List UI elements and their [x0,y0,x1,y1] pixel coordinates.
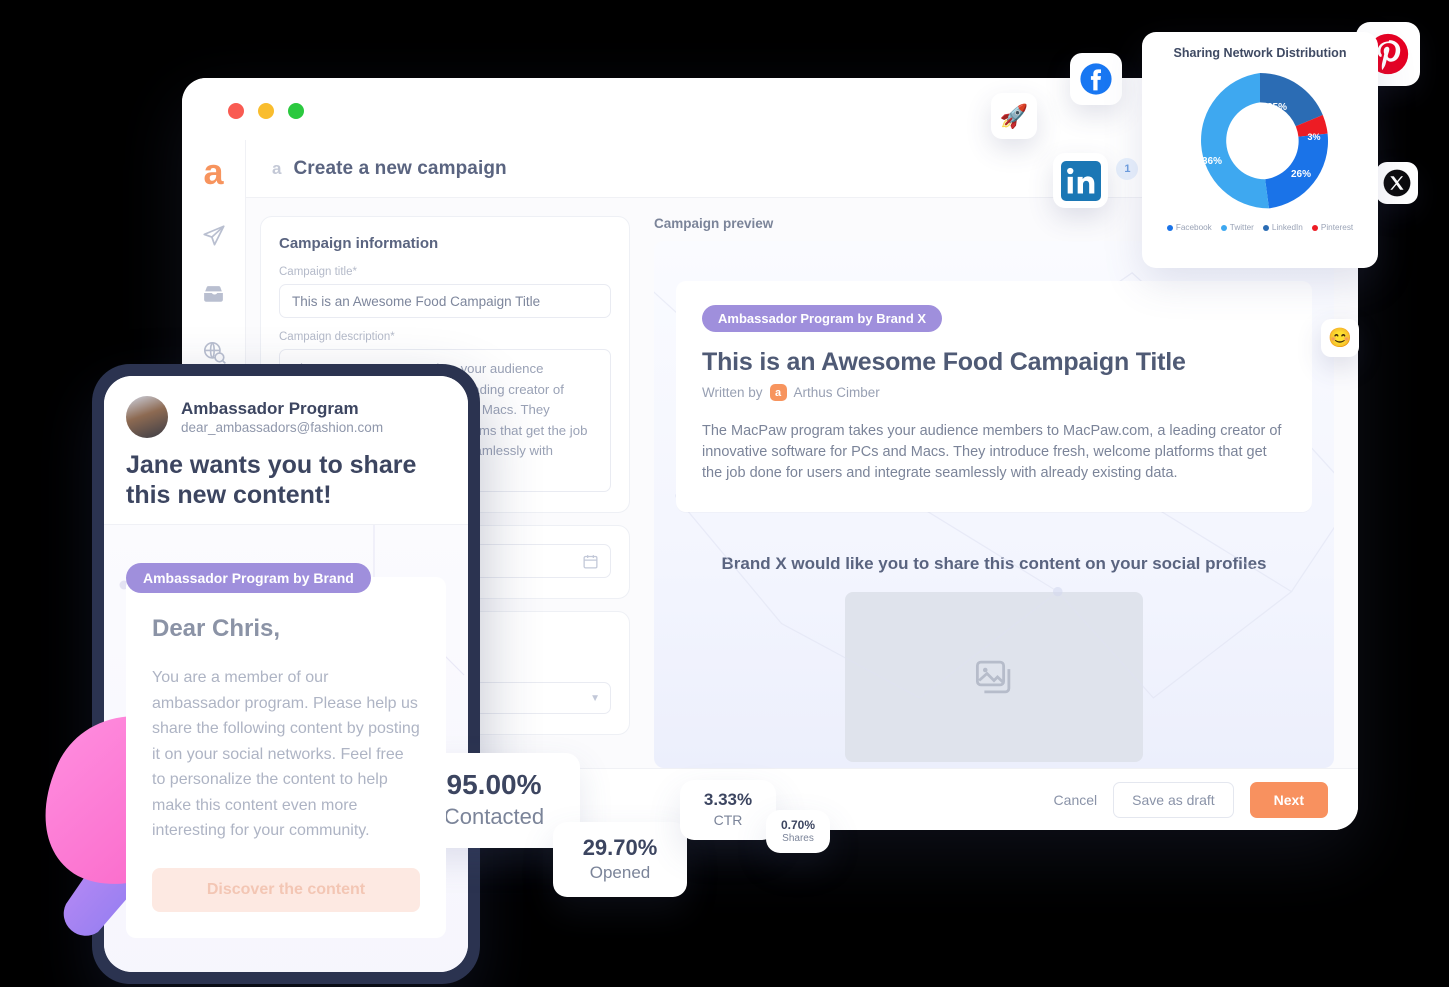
calendar-icon[interactable] [582,553,599,573]
stat-ctr-value: 3.33% [703,790,753,809]
phone-program-badge: Ambassador Program by Brand [126,563,371,593]
donut-chart: 35% 3% 26% 36% [1170,64,1350,219]
preview-pane: Campaign preview Ambassador Program by B… [644,198,1358,768]
preview-author-name: Arthus Cimber [793,385,880,400]
chart-legend: Facebook Twitter LinkedIn Pinterest [1154,223,1366,232]
smiley-emoji[interactable]: 😊 [1321,319,1359,357]
phone-message-card: Dear Chris, You are a member of our amba… [126,577,446,938]
legend-item-twitter: Twitter [1220,223,1254,232]
campaign-description-label: Campaign description* [279,331,395,343]
avatar [126,396,168,438]
slice-label-linkedin: 35% [1267,102,1287,113]
linkedin-icon[interactable] [1053,153,1108,208]
phone-sender-name: Ambassador Program [181,399,359,418]
phone-headline: Jane wants you to share this new content… [126,451,417,509]
stat-opened-label: Opened [589,863,651,882]
phone-sender-email: dear_ambassadors@fashion.com [181,420,384,435]
phone-greeting: Dear Chris, [152,615,281,642]
stat-ctr-label: CTR [713,812,743,828]
traffic-lights [228,103,304,119]
preview-program-badge: Ambassador Program by Brand X [702,305,943,332]
send-icon[interactable] [198,220,230,252]
phone-mockup: Ambassador Program dear_ambassadors@fash… [92,364,480,984]
written-by-label: Written by [702,385,763,400]
page-title: Create a new campaign [293,157,507,179]
preview-article-body: The MacPaw program takes your audience m… [702,423,1282,481]
campaign-title-label: Campaign title* [279,266,357,278]
slice-twitter [1201,73,1269,209]
legend-item-linkedin: LinkedIn [1262,223,1303,232]
cancel-button[interactable]: Cancel [1054,792,1098,808]
next-button[interactable]: Next [1249,781,1328,818]
campaign-title-input[interactable]: This is an Awesome Food Campaign Title [279,284,611,318]
x-twitter-icon[interactable] [1376,162,1418,204]
chevron-down-icon[interactable]: ▼ [590,693,600,704]
phone-email-body: Ambassador Program by Brand Dear Chris, … [104,524,468,972]
step-one-number: 1 [1116,157,1139,180]
rocket-emoji[interactable]: 🚀 [991,93,1037,139]
stat-shares-value: 0.70% [780,818,816,832]
slice-label-facebook: 26% [1291,169,1311,180]
slice-label-pinterest: 3% [1307,132,1320,142]
campaign-preview-box: Ambassador Program by Brand X This is an… [654,241,1334,768]
facebook-icon[interactable] [1070,53,1122,105]
stat-opened-value: 29.70% [582,835,658,860]
save-as-draft-button[interactable]: Save as draft [1113,781,1234,818]
legend-item-pinterest: Pinterest [1311,223,1353,232]
stat-shares: 0.70% Shares [766,810,830,853]
close-window-button[interactable] [228,103,244,119]
preview-article-title: This is an Awesome Food Campaign Title [702,348,1186,376]
breadcrumb-logo: a [272,158,282,178]
minimize-window-button[interactable] [258,103,274,119]
stat-opened: 29.70% Opened [553,822,687,897]
stat-ctr: 3.33% CTR [680,780,776,840]
campaign-information-heading: Campaign information [279,235,439,252]
app-logo[interactable]: a [203,154,223,190]
maximize-window-button[interactable] [288,103,304,119]
slice-linkedin [1260,73,1323,127]
avatar: a [769,384,787,401]
phone-sender: Ambassador Program dear_ambassadors@fash… [126,396,446,438]
preview-article-card: Ambassador Program by Brand X This is an… [676,281,1312,512]
inbox-icon[interactable] [198,278,230,310]
preview-byline: Written by a Arthus Cimber [702,384,1286,401]
chart-title: Sharing Network Distribution [1173,46,1347,60]
stat-shares-label: Shares [782,833,814,844]
phone-email-header: Ambassador Program dear_ambassadors@fash… [104,376,468,524]
screenshot-root: a a Create a new campaign 1 Campaign inf… [0,0,1449,987]
sharing-network-distribution-chart: Sharing Network Distribution 35% 3% 26% … [1142,32,1378,268]
legend-item-facebook: Facebook [1166,223,1212,232]
phone-message-body: You are a member of our ambassador progr… [152,669,420,839]
slice-label-twitter: 36% [1202,156,1222,167]
phone-screen: Ambassador Program dear_ambassadors@fash… [104,376,468,972]
discover-the-content-button[interactable]: Discover the content [152,867,420,912]
